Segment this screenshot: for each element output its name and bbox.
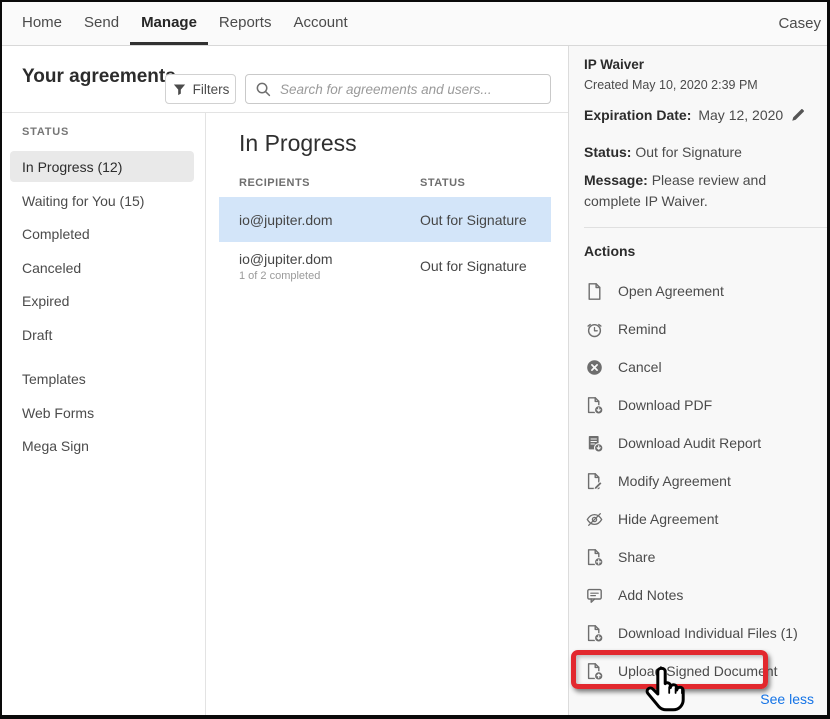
agreement-list: In Progress RECIPIENTS STATUS io@jupiter… <box>206 113 568 715</box>
agreement-created-timestamp: Created May 10, 2020 2:39 PM <box>584 78 758 92</box>
list-title: In Progress <box>239 130 357 157</box>
agreement-rows: io@jupiter.dom Out for Signature io@jupi… <box>219 197 551 290</box>
sidebar-list: In Progress (12) Waiting for You (15) Co… <box>2 151 205 463</box>
action-upload-signed-document[interactable]: Upload Signed Document <box>569 652 827 690</box>
action-download-audit-report[interactable]: Download Audit Report <box>569 424 827 462</box>
row-status: Out for Signature <box>420 258 527 274</box>
actions-list: Open Agreement Remind Cancel <box>569 272 827 690</box>
sidebar-item-expired[interactable]: Expired <box>2 285 205 319</box>
action-cancel[interactable]: Cancel <box>569 348 827 386</box>
sidebar-item-completed[interactable]: Completed <box>2 218 205 252</box>
action-label: Download PDF <box>618 397 712 413</box>
search-input[interactable] <box>278 81 541 98</box>
expiration-value: May 12, 2020 <box>698 107 783 123</box>
action-label: Open Agreement <box>618 283 724 299</box>
action-label: Upload Signed Document <box>618 663 778 679</box>
see-less-link[interactable]: See less <box>760 691 814 707</box>
recipient-email: io@jupiter.dom <box>239 251 420 267</box>
add-notes-icon <box>585 586 604 605</box>
action-label: Add Notes <box>618 587 683 603</box>
cancel-icon <box>585 358 604 377</box>
page-title: Your agreements <box>22 66 176 88</box>
nav-item-account[interactable]: Account <box>282 2 358 45</box>
action-add-notes[interactable]: Add Notes <box>569 576 827 614</box>
expiration-label: Expiration Date: <box>584 107 691 123</box>
sidebar-section-label: STATUS <box>22 126 69 138</box>
recipient-email: io@jupiter.dom <box>239 212 420 228</box>
sidebar-item-web-forms[interactable]: Web Forms <box>2 396 205 430</box>
remind-icon <box>585 320 604 339</box>
status-value: Out for Signature <box>635 144 742 160</box>
action-open-agreement[interactable]: Open Agreement <box>569 272 827 310</box>
sidebar-item-canceled[interactable]: Canceled <box>2 251 205 285</box>
sidebar-divider-gap <box>2 352 205 363</box>
upload-signed-document-icon <box>585 662 604 681</box>
agreement-title: IP Waiver <box>584 57 644 72</box>
action-modify-agreement[interactable]: Modify Agreement <box>569 462 827 500</box>
action-label: Remind <box>618 321 666 337</box>
nav-item-manage[interactable]: Manage <box>130 2 208 45</box>
agreements-header: Your agreements Filters <box>2 46 568 113</box>
action-label: Share <box>618 549 655 565</box>
action-label: Download Individual Files (1) <box>618 625 798 641</box>
table-row[interactable]: io@jupiter.dom Out for Signature <box>219 197 551 242</box>
actions-heading: Actions <box>584 243 635 259</box>
status-sidebar: STATUS In Progress (12) Waiting for You … <box>2 113 206 715</box>
nav-item-reports[interactable]: Reports <box>208 2 283 45</box>
top-nav: Home Send Manage Reports Account Casey <box>2 2 827 46</box>
download-audit-report-icon <box>585 434 604 453</box>
action-download-individual-files[interactable]: Download Individual Files (1) <box>569 614 827 652</box>
status-row: Status: Out for Signature <box>584 144 742 160</box>
download-pdf-icon <box>585 396 604 415</box>
sidebar-item-mega-sign[interactable]: Mega Sign <box>2 430 205 464</box>
search-box <box>245 74 551 104</box>
search-icon <box>255 81 271 97</box>
message-label: Message: <box>584 172 648 188</box>
action-download-pdf[interactable]: Download PDF <box>569 386 827 424</box>
sidebar-item-draft[interactable]: Draft <box>2 318 205 352</box>
row-status: Out for Signature <box>420 212 527 228</box>
filters-button-label: Filters <box>193 82 230 97</box>
nav-item-send[interactable]: Send <box>73 2 130 45</box>
table-row[interactable]: io@jupiter.dom 1 of 2 completed Out for … <box>219 242 551 290</box>
row-progress-note: 1 of 2 completed <box>239 270 420 282</box>
action-remind[interactable]: Remind <box>569 310 827 348</box>
action-label: Cancel <box>618 359 662 375</box>
edit-expiration-icon[interactable] <box>790 106 807 123</box>
agreement-detail-panel: IP Waiver Created May 10, 2020 2:39 PM E… <box>568 46 827 715</box>
hide-agreement-icon <box>585 510 604 529</box>
download-individual-files-icon <box>585 624 604 643</box>
action-label: Hide Agreement <box>618 511 718 527</box>
modify-agreement-icon <box>585 472 604 491</box>
filters-button[interactable]: Filters <box>165 74 236 104</box>
sidebar-item-waiting-for-you[interactable]: Waiting for You (15) <box>2 184 205 218</box>
message-row: Message: Please review and complete IP W… <box>584 170 826 212</box>
action-share[interactable]: Share <box>569 538 827 576</box>
nav-item-home[interactable]: Home <box>11 2 73 45</box>
user-menu[interactable]: Casey <box>778 2 821 45</box>
status-label: Status: <box>584 144 631 160</box>
expiration-row: Expiration Date: May 12, 2020 <box>584 106 807 123</box>
adobe-sign-manage-window: Home Send Manage Reports Account Casey Y… <box>0 0 830 719</box>
column-header-status: STATUS <box>420 177 465 189</box>
filter-funnel-icon <box>172 82 187 97</box>
sidebar-item-templates[interactable]: Templates <box>2 363 205 397</box>
column-header-recipients: RECIPIENTS <box>239 177 420 189</box>
action-hide-agreement[interactable]: Hide Agreement <box>569 500 827 538</box>
open-agreement-icon <box>585 282 604 301</box>
share-icon <box>585 548 604 567</box>
action-label: Modify Agreement <box>618 473 731 489</box>
action-label: Download Audit Report <box>618 435 761 451</box>
column-headers: RECIPIENTS STATUS <box>239 177 465 189</box>
panel-divider <box>584 227 827 228</box>
sidebar-item-in-progress[interactable]: In Progress (12) <box>10 151 194 182</box>
